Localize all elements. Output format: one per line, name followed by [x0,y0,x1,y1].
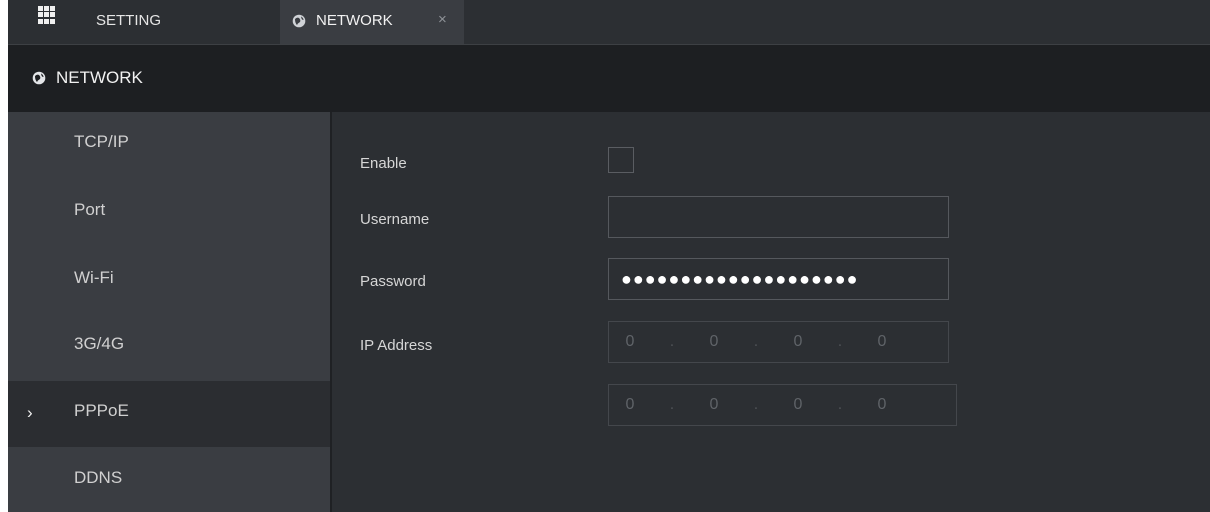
tab-network[interactable]: NETWORK × [280,0,464,44]
pppoe-form: Enable Username Password ●●●●●●●●●●●●●●●… [332,112,1210,512]
ip-address-label: IP Address [360,337,433,354]
ip-address-field-2[interactable]: 0 . 0 . 0 . 0 [608,384,957,426]
sidebar-item-tcpip[interactable]: TCP/IP [8,112,330,178]
ip-separator: . [669,333,675,350]
globe-icon [32,71,46,85]
close-icon[interactable]: × [438,11,447,28]
sidebar-item-label: 3G/4G [74,334,125,353]
ip-octet: 0 [793,396,803,413]
ip-octet: 0 [709,333,719,350]
ip-octet: 0 [625,333,635,350]
password-field[interactable]: ●●●●●●●●●●●●●●●●●●●● [608,258,949,300]
ip-address-field[interactable]: 0 . 0 . 0 . 0 [608,321,949,363]
ip-octet: 0 [877,396,887,413]
sidebar: TCP/IP Port Wi-Fi 3G/4G › PPPoE DDNS [8,112,330,512]
password-mask: ●●●●●●●●●●●●●●●●●●●● [621,269,859,289]
ip-octet: 0 [625,396,635,413]
sidebar-item-label: TCP/IP [74,132,129,151]
ip-separator: . [753,396,759,413]
ip-separator: . [669,396,675,413]
ip-octet: 0 [877,333,887,350]
ip-separator: . [753,333,759,350]
sidebar-item-label: DDNS [74,468,123,487]
sidebar-item-label: PPPoE [74,401,129,420]
password-label: Password [360,273,426,290]
grid-icon [38,6,56,24]
sidebar-item-3g4g[interactable]: 3G/4G [8,314,330,380]
ip-separator: . [837,333,843,350]
tab-bar: SETTING NETWORK × [8,0,1210,45]
sidebar-item-wifi[interactable]: Wi-Fi [8,248,330,314]
chevron-right-icon: › [27,403,33,422]
tab-network-label: NETWORK [316,12,393,29]
enable-label: Enable [360,155,407,172]
username-field[interactable] [608,196,949,238]
sidebar-item-label: Wi-Fi [74,268,114,287]
ip-octet: 0 [709,396,719,413]
settings-window: SETTING NETWORK × NETWORK TCP/IP Port Wi [8,0,1210,512]
sidebar-item-pppoe[interactable]: › PPPoE [8,381,330,447]
sidebar-item-port[interactable]: Port [8,180,330,246]
username-label: Username [360,211,430,228]
tab-setting[interactable]: SETTING [8,0,278,44]
tab-setting-label: SETTING [96,12,162,29]
globe-icon [292,14,306,28]
sidebar-item-ddns[interactable]: DDNS [8,448,330,512]
page-title: NETWORK [56,68,143,87]
sidebar-item-label: Port [74,200,106,219]
enable-checkbox[interactable] [608,147,634,173]
ip-separator: . [837,396,843,413]
ip-octet: 0 [793,333,803,350]
page-header: NETWORK [8,45,1210,112]
